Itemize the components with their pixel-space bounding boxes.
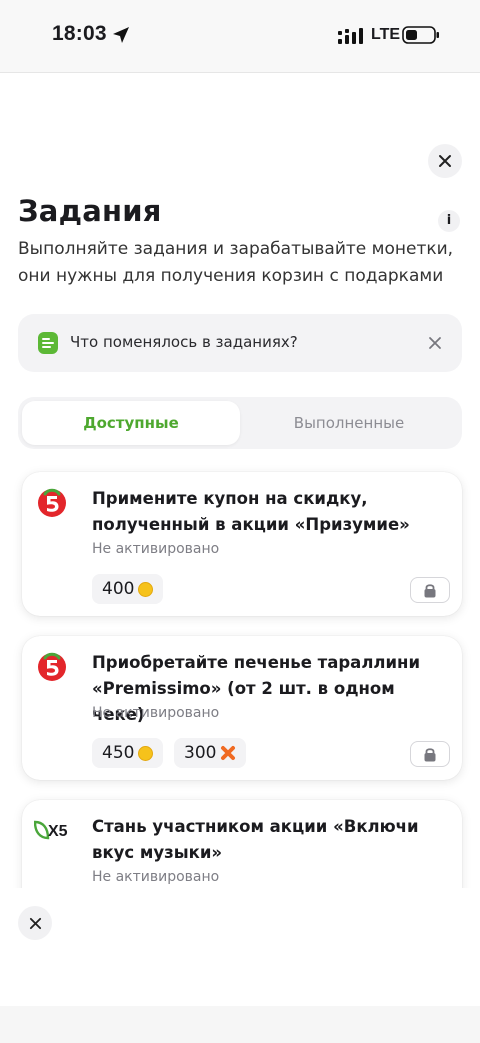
task-status: Не активировано [92,705,220,721]
close-button[interactable] [428,144,462,178]
x-points-reward: 300 [174,738,247,768]
status-time: 18:03 [52,22,107,45]
lock-button[interactable] [410,741,450,767]
home-indicator-area [0,1006,480,1043]
pyaterochka-logo-icon [38,652,66,681]
x-points-icon [221,746,236,760]
info-button[interactable]: i [438,210,460,232]
notice-close-icon[interactable] [426,334,444,352]
document-icon [38,332,58,354]
reward-value: 400 [102,579,135,599]
reward-value: 450 [102,743,135,763]
changes-notice-banner[interactable]: Что поменялось в заданиях? [18,314,462,372]
x5-logo-text: X5 [48,823,68,840]
x5-logo: X5 [34,818,74,844]
coin-icon [138,745,154,761]
lock-button[interactable] [410,577,450,603]
task-card[interactable]: Приобретайте печенье тараллини «Premissi… [22,636,462,780]
close-icon [29,917,41,929]
pyaterochka-logo-icon [38,488,66,517]
network-type: LTE [371,26,401,43]
task-card[interactable]: Примените купон на скидку, полученный в … [22,472,462,616]
location-arrow-icon [113,27,129,43]
tasks-tabs: Доступные Выполненные [18,397,462,449]
close-icon [439,155,451,167]
reward-value: 300 [184,743,217,763]
task-status: Не активировано [92,541,220,557]
page-title: Задания [18,194,162,228]
bottom-close-button[interactable] [18,906,52,940]
page-subtitle: Выполняйте задания и зарабатывайте монет… [18,239,454,286]
lock-icon [424,583,436,597]
coin-reward: 450 [92,738,164,768]
status-bar: 18:03 LTE [0,0,480,73]
tab-available[interactable]: Доступные [22,401,240,445]
tab-completed[interactable]: Выполненные [240,401,458,445]
task-title: Примените купон на скидку, полученный в … [92,489,410,534]
coin-icon [138,581,154,597]
task-status: Не активировано [92,869,220,885]
signal-icon [338,28,363,44]
lock-icon [424,747,436,761]
notice-text: Что поменялось в заданиях? [70,333,298,351]
coin-reward: 400 [92,574,164,604]
battery-icon [402,26,439,44]
task-title: Стань участником акции «Включи вкус музы… [92,817,419,862]
bottom-bar [0,888,480,1006]
